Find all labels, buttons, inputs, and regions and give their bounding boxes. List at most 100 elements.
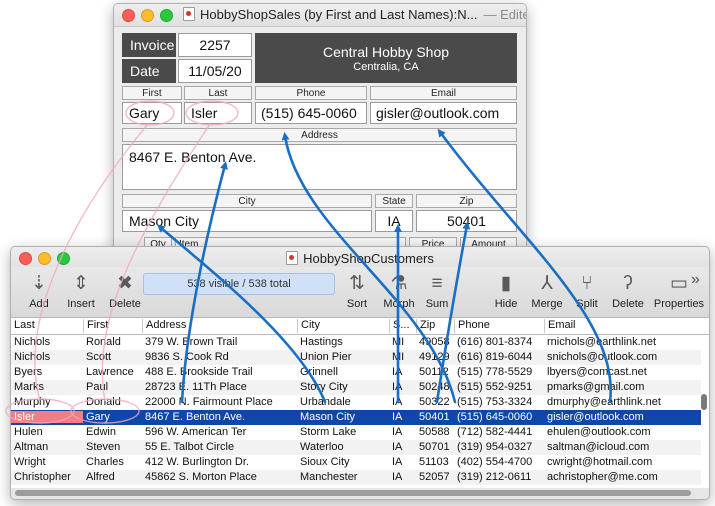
table-cell: snichols@outlook.com [547,351,658,363]
email-field[interactable]: gisler@outlook.com [370,102,517,124]
close-button[interactable] [19,251,32,265]
delete-field-button[interactable]: ʔ Delete [607,270,649,310]
column-header[interactable]: Address [142,319,297,333]
table-cell: Grinnell [300,366,338,378]
last-field[interactable]: Isler [184,102,252,124]
column-header[interactable]: Email [544,319,701,333]
customers-window-title: HobbyShopCustomers [11,251,709,266]
invoice-field[interactable]: 2257 [178,33,252,57]
vertical-scrollbar[interactable] [701,394,707,410]
table-cell: 28723 E. 11Th Place [145,381,247,393]
sort-button[interactable]: ⇅ Sort [337,270,377,310]
zip-field[interactable]: 50401 [416,210,517,232]
table-cell: IA [392,426,403,438]
column-header[interactable]: First [83,319,142,333]
table-cell: IA [392,456,403,468]
toolbar: 538 visible / 538 total » ⇣ Add ⇕ Insert ✖ De… [11,267,709,318]
delete-button[interactable]: ✖ Delete [103,270,147,310]
morph-label: Morph [383,298,415,310]
column-header[interactable]: Zip [416,319,454,333]
table-cell: MI [392,351,405,363]
table-cell: 51103 [419,456,449,468]
column-header[interactable]: Phone [454,319,544,333]
table-cell: 488 E. Brookside Trail [145,366,253,378]
table-row[interactable]: Christopher Alfred 45862 S. Morton Place Ma… [11,470,701,485]
table-cell: 22000 N. Fairmount Place [145,396,273,408]
address-field[interactable]: 8467 E. Benton Ave. [122,144,517,190]
table-header: Last First Address City S... Zip Phone Email [11,318,709,335]
phone-caption: Phone [255,86,367,100]
table-cell: 596 W. American Ter [145,426,247,438]
table-row[interactable]: Marks Paul 28723 E. 11Th Place Story City IA… [11,380,701,395]
table-cell: Edwin [86,426,116,438]
hide-button[interactable]: ▮ Hide [487,270,525,310]
shop-city: Centralia, CA [353,61,419,73]
table-cell: rnichols@earthlink.net [547,336,656,348]
column-header[interactable]: S... [389,319,416,333]
table-row[interactable]: Nichols Ronald 379 W. Brown Trail Hastings M… [11,335,701,350]
table-cell: Steven [86,441,121,453]
table-cell: (319) 954-0327 [457,441,533,453]
table-cell: Nichols [14,351,51,363]
column-header[interactable]: Last [11,319,83,333]
table-cell: ehulen@outlook.com [547,426,651,438]
table-cell: 49058 [419,336,450,348]
table-cell: 50401 [419,411,450,423]
table-cell: Manchester [300,471,358,483]
table-cell: Sioux City [300,456,350,468]
table-row[interactable]: Altman Steven 55 E. Talbot Circle Waterloo I… [11,440,701,455]
close-button[interactable] [122,8,135,22]
table-cell: Alfred [86,471,115,483]
column-header[interactable]: City [297,319,389,333]
table-row[interactable]: Murphy Donald 22000 N. Fairmount Place Urba… [11,395,701,410]
form-window-title: HobbyShopSales (by First and Last Names)… [183,7,526,23]
insert-label: Insert [67,298,95,310]
table-row[interactable]: Byers Lawrence 488 E. Brookside Trail Grinn… [11,365,701,380]
table-row[interactable]: Wright Charles 412 W. Burlington Dr. Sioux … [11,455,701,470]
merge-button[interactable]: ⅄ Merge [527,270,567,310]
city-field[interactable]: Mason City [122,210,372,232]
zoom-button[interactable] [57,251,70,265]
city-caption: City [122,194,372,208]
shop-header: Central Hobby Shop Centralia, CA [255,33,517,83]
edited-status[interactable]: — Edited ⌄ [483,7,526,22]
table-cell: Charles [86,456,124,468]
add-button[interactable]: ⇣ Add [19,270,59,310]
table-cell: Christopher [14,471,71,483]
table-cell: (712) 582-4441 [457,426,533,438]
sort-icon: ⇅ [349,273,365,294]
state-field[interactable]: IA [375,210,413,232]
table-row[interactable]: Nichols Scott 9836 S. Cook Rd Union Pier MI 4… [11,350,701,365]
table-cell: (402) 554-4700 [457,456,533,468]
sum-label: Sum [425,298,449,310]
merge-label: Merge [531,298,563,310]
shop-name: Central Hobby Shop [322,44,450,60]
split-button[interactable]: ⑂ Split [567,270,607,310]
table-cell: (319) 212-0611 [457,471,532,483]
horizontal-scrollbar[interactable] [15,490,691,496]
properties-button[interactable]: ▭ Properties [651,270,707,310]
table-cell: 45862 S. Morton Place [145,471,257,483]
table-cell: gisler@outlook.com [547,411,644,423]
window-controls [122,8,173,22]
morph-button[interactable]: ⚗ Morph [377,270,421,310]
zoom-button[interactable] [160,8,173,22]
table-cell: Urbandale [300,396,351,408]
first-field[interactable]: Gary [122,102,182,124]
form-window: HobbyShopSales (by First and Last Names)… [113,3,527,267]
minimize-button[interactable] [141,8,154,22]
table-row[interactable]: Hulen Edwin 596 W. American Ter Storm Lake I… [11,425,701,440]
add-label: Add [29,298,49,310]
table-cell: 412 W. Burlington Dr. [145,456,249,468]
sum-button[interactable]: ≡ Sum [417,270,457,310]
table-cell: IA [392,411,403,423]
minimize-button[interactable] [38,251,51,265]
insert-button[interactable]: ⇕ Insert [59,270,103,310]
date-field[interactable]: 11/05/20 [178,59,252,83]
table-cell: 55 E. Talbot Circle [145,441,235,453]
selected-table-row[interactable]: Isler Gary 8467 E. Benton Ave. Mason City IA… [11,410,701,425]
table-cell: Ronald [86,336,121,348]
table-cell: 379 W. Brown Trail [145,336,238,348]
phone-field[interactable]: (515) 645-0060 [255,102,367,124]
hide-label: Hide [494,298,518,310]
